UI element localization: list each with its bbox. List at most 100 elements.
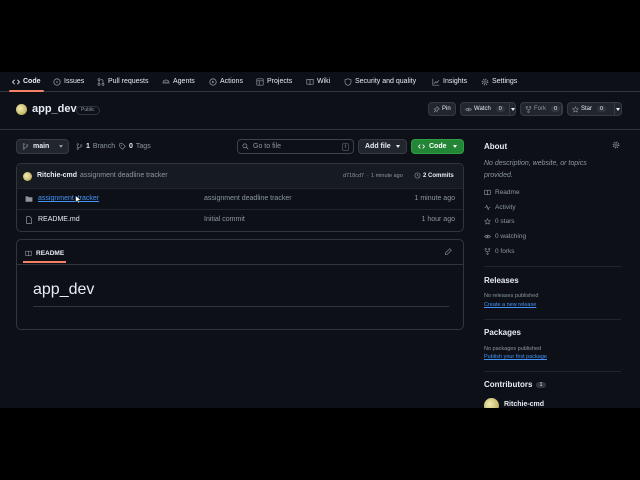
commit-message[interactable]: assignment deadline tracker — [80, 172, 168, 179]
tab-issues[interactable]: Issues — [53, 72, 84, 91]
stars-link[interactable]: 0 stars — [484, 218, 515, 225]
table-row[interactable]: README.md Initial commit 1 hour ago — [17, 209, 463, 231]
tab-projects[interactable]: Projects — [256, 72, 292, 91]
publish-package-link[interactable]: Publish your first package — [484, 354, 547, 360]
readme-tab-label: README — [36, 249, 65, 257]
contributor-avatar[interactable] — [484, 398, 499, 408]
chevron-down-icon — [453, 145, 457, 148]
gear-icon[interactable] — [612, 141, 620, 149]
releases-empty: No releases published — [484, 293, 539, 299]
commit-time: 1 minute ago — [371, 173, 403, 179]
star-count: 0 — [597, 106, 607, 112]
pulse-icon — [484, 204, 491, 211]
commit-hash[interactable]: d718cd7 — [343, 173, 364, 179]
file-name-link[interactable]: README.md — [38, 216, 80, 223]
add-file-button[interactable]: Add file — [358, 139, 407, 154]
item-label: Activity — [495, 204, 516, 211]
file-commit-message[interactable]: Initial commit — [204, 216, 245, 223]
heading-rule — [33, 306, 449, 307]
tags-link[interactable]: 0 Tags — [119, 143, 151, 150]
watch-button[interactable]: Watch 0 — [460, 102, 516, 116]
branch-label: Branch — [92, 143, 116, 150]
gear-icon — [481, 78, 489, 85]
tab-security[interactable]: Security and quality — [344, 72, 416, 91]
branch-selector[interactable]: main — [16, 139, 69, 154]
header-divider — [0, 129, 640, 130]
code-icon — [12, 78, 20, 85]
pencil-icon[interactable] — [445, 248, 452, 255]
tab-code[interactable]: Code — [9, 72, 43, 92]
fork-count: 0 — [551, 106, 561, 112]
item-label: 0 forks — [495, 248, 515, 255]
tag-label: Tags — [135, 143, 151, 150]
tab-agents[interactable]: Agents — [162, 72, 195, 91]
tab-label: Pull requests — [108, 78, 149, 85]
chevron-down-icon[interactable] — [510, 107, 515, 111]
packages-empty: No packages published — [484, 346, 542, 352]
tab-settings[interactable]: Settings — [481, 72, 517, 91]
tab-readme[interactable]: README — [23, 245, 67, 263]
readme-panel: README app_dev — [16, 239, 464, 330]
tab-label: Agents — [173, 78, 195, 85]
item-label: Readme — [495, 189, 520, 196]
pin-button[interactable]: Pin — [428, 102, 456, 116]
item-label: 0 watching — [495, 233, 527, 240]
repo-name[interactable]: app_dev — [32, 103, 77, 115]
repo-nav-tabs: Code Issues Pull requests Agents Actions… — [0, 72, 640, 92]
latest-commit-bar: Ritchie-cmd assignment deadline tracker … — [17, 164, 463, 188]
star-button[interactable]: Star 0 — [567, 102, 622, 116]
tab-wiki[interactable]: Wiki — [306, 72, 330, 91]
fork-button[interactable]: Fork 0 — [520, 102, 563, 116]
forks-link[interactable]: 0 forks — [484, 248, 515, 255]
star-icon — [572, 105, 579, 113]
tag-icon — [119, 143, 126, 150]
watchers-link[interactable]: 0 watching — [484, 233, 526, 240]
file-name-link[interactable]: assignment_tracker — [38, 195, 99, 202]
owner-avatar[interactable] — [16, 104, 27, 115]
pin-label: Pin — [442, 106, 451, 112]
go-to-file-input[interactable]: Go to file t — [237, 139, 354, 154]
watch-label: Watch — [474, 106, 491, 112]
contributors-header[interactable]: Contributors 1 — [484, 380, 546, 389]
table-row[interactable]: assignment_tracker assignment deadline t… — [17, 188, 463, 210]
code-icon — [418, 144, 425, 149]
tab-label: Security and quality — [355, 78, 417, 85]
code-label: Code — [429, 143, 447, 150]
history-icon — [414, 172, 421, 179]
branches-link[interactable]: 1 Branch — [76, 143, 115, 150]
readme-link[interactable]: Readme — [484, 189, 520, 196]
branch-icon — [22, 143, 29, 150]
readme-header: README — [17, 240, 463, 265]
commit-separator: · — [367, 173, 369, 179]
fork-icon — [525, 105, 532, 113]
file-commit-message[interactable]: assignment deadline tracker — [204, 195, 292, 202]
tab-label: Code — [23, 78, 41, 85]
commits-link[interactable]: 2 Commits — [414, 172, 454, 179]
play-icon — [209, 77, 217, 86]
activity-link[interactable]: Activity — [484, 204, 516, 211]
tab-label: Insights — [443, 78, 468, 85]
star-icon — [484, 218, 491, 225]
chevron-down-icon[interactable] — [616, 107, 620, 111]
create-release-link[interactable]: Create a new release — [484, 302, 536, 308]
shortcut-key: t — [341, 142, 349, 151]
tab-pull-requests[interactable]: Pull requests — [97, 72, 148, 91]
book-icon — [484, 189, 491, 196]
tab-insights[interactable]: Insights — [432, 72, 467, 91]
star-label: Star — [581, 106, 593, 112]
tab-label: Wiki — [317, 78, 331, 85]
commit-author-avatar[interactable] — [23, 172, 32, 181]
contributor-name[interactable]: Ritchie-cmd — [504, 401, 544, 408]
commit-author[interactable]: Ritchie-cmd — [37, 172, 77, 179]
eye-icon — [484, 234, 491, 239]
releases-title[interactable]: Releases — [484, 276, 519, 285]
tab-actions[interactable]: Actions — [209, 72, 243, 91]
branch-count: 1 — [86, 143, 90, 150]
packages-title[interactable]: Packages — [484, 328, 521, 337]
eye-icon — [465, 107, 472, 111]
pull-request-icon — [97, 77, 105, 86]
code-button[interactable]: Code — [411, 139, 464, 154]
table-icon — [256, 77, 264, 86]
sidebar-divider — [484, 371, 621, 372]
file-commit-time: 1 minute ago — [414, 195, 455, 202]
